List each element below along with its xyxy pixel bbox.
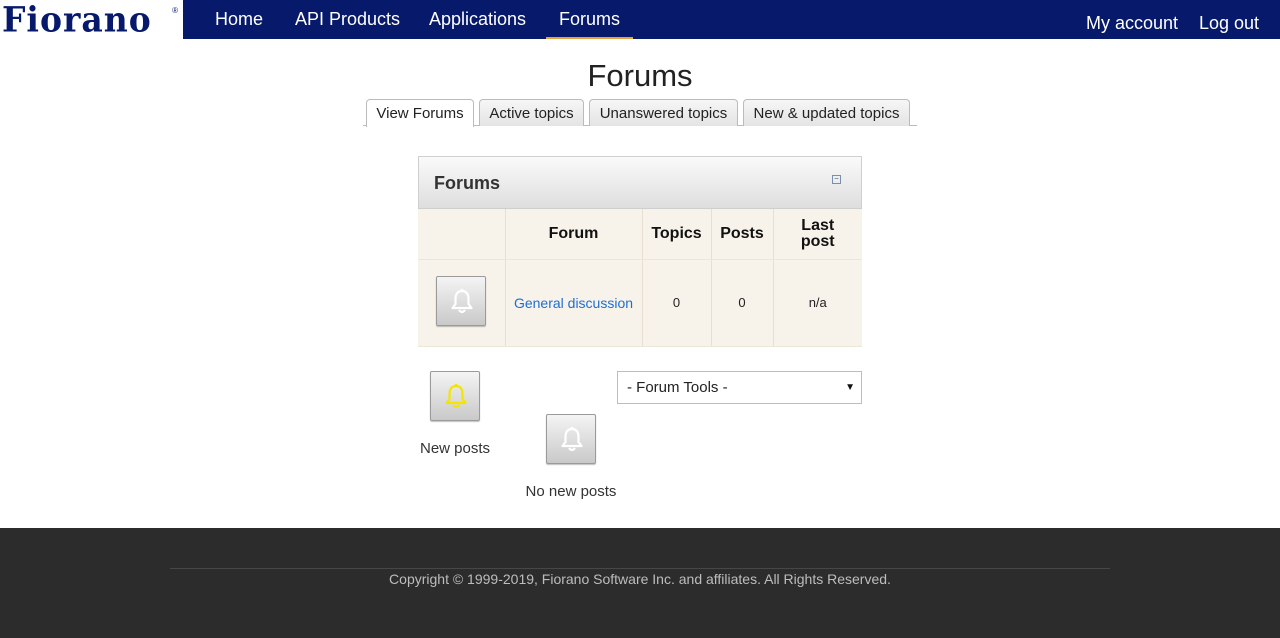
- legend-no-new-posts: No new posts: [520, 414, 622, 500]
- forums-panel-title: Forums: [434, 173, 501, 193]
- nav-api-products[interactable]: API Products: [295, 0, 400, 39]
- tab-view-forums[interactable]: View Forums: [366, 99, 474, 127]
- header-forum: Forum: [505, 209, 643, 260]
- tab-new-updated-topics[interactable]: New & updated topics: [743, 99, 910, 126]
- footer: Copyright © 1999-2019, Fiorano Software …: [0, 528, 1280, 638]
- forum-tools-selected: - Forum Tools -: [627, 379, 728, 396]
- legend-new-posts: New posts: [418, 371, 492, 457]
- bell-icon: [445, 383, 467, 409]
- header-last-post: Last post: [773, 209, 862, 260]
- forum-topics-count: 0: [642, 259, 712, 347]
- forums-panel: Forums − Forum Topics Posts Last post Ge…: [418, 156, 862, 347]
- page-title: Forums: [587, 58, 693, 93]
- tab-active-topics[interactable]: Active topics: [479, 99, 584, 126]
- forum-status-bell-button: [436, 276, 487, 326]
- nav-applications[interactable]: Applications: [429, 0, 526, 39]
- forum-tools-select[interactable]: - Forum Tools - ▼: [617, 371, 862, 404]
- forum-link-general-discussion[interactable]: General discussion: [505, 259, 643, 347]
- header-posts: Posts: [711, 209, 774, 260]
- header-icon-column: [418, 209, 506, 260]
- logo-text: Fiorano: [2, 0, 152, 40]
- nav-my-account[interactable]: My account: [1086, 4, 1178, 43]
- collapse-icon[interactable]: −: [832, 175, 841, 184]
- footer-copyright: Copyright © 1999-2019, Fiorano Software …: [389, 571, 891, 587]
- dropdown-arrow-icon: ▼: [845, 382, 855, 393]
- forums-panel-header: Forums −: [418, 156, 862, 209]
- tab-unanswered-topics[interactable]: Unanswered topics: [589, 99, 738, 126]
- forums-table-header-row: Forum Topics Posts Last post: [418, 209, 862, 260]
- header-topics: Topics: [642, 209, 712, 260]
- bell-icon: [561, 426, 583, 452]
- bell-icon: [451, 288, 473, 314]
- footer-divider: [170, 568, 1110, 569]
- logo-registered-mark: ®: [172, 6, 178, 15]
- fiorano-logo[interactable]: Fiorano ®: [0, 0, 183, 40]
- nav-home[interactable]: Home: [215, 0, 263, 39]
- no-new-posts-bell: [546, 414, 596, 464]
- nav-forums[interactable]: Forums: [546, 0, 633, 39]
- table-row: General discussion 0 0 n/a: [418, 259, 862, 347]
- top-navigation-bar: Fiorano ® Home API Products Applications…: [0, 0, 1280, 40]
- nav-log-out[interactable]: Log out: [1199, 4, 1259, 43]
- legend-no-new-posts-label: No new posts: [525, 483, 617, 500]
- forum-last-post: n/a: [773, 259, 862, 347]
- forums-table: Forum Topics Posts Last post General dis…: [418, 209, 862, 347]
- new-posts-bell: [430, 371, 480, 421]
- forum-posts-count: 0: [711, 259, 774, 347]
- forum-status-cell: [418, 259, 506, 347]
- legend-new-posts-label: New posts: [419, 440, 491, 457]
